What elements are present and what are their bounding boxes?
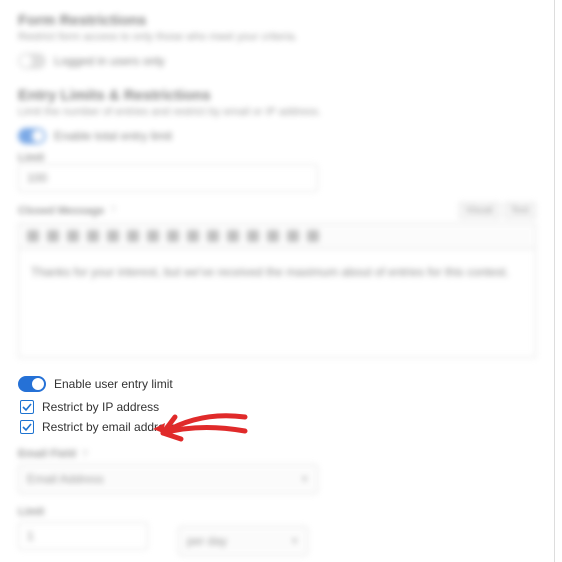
chevron-down-icon: ▼ xyxy=(300,474,309,484)
restrict-email-label: Restrict by email address xyxy=(42,420,177,434)
enable-user-entry-toggle-row[interactable]: Enable user entry limit xyxy=(18,376,536,392)
closed-message-editor[interactable]: Thanks for your interest, but we've rece… xyxy=(18,248,536,358)
editor-toolbar xyxy=(18,223,536,248)
user-limit-number-input[interactable] xyxy=(18,522,148,550)
email-field-label: Email Field ? xyxy=(18,448,536,460)
unlink-icon[interactable] xyxy=(287,230,299,242)
total-limit-input[interactable] xyxy=(18,164,318,192)
enable-total-toggle-row[interactable]: Enable total entry limit xyxy=(18,128,536,144)
user-limit-rule-value: per day xyxy=(187,534,227,548)
indent-icon[interactable] xyxy=(227,230,239,242)
form-restrictions-desc: Restrict form access to only those who m… xyxy=(18,31,536,43)
closed-msg-label: Closed Message xyxy=(18,205,104,217)
more-icon[interactable] xyxy=(307,230,319,242)
restrict-email-row[interactable]: Restrict by email address xyxy=(20,420,536,434)
entry-limits-title: Entry Limits & Restrictions xyxy=(18,87,536,104)
tab-visual[interactable]: Visual xyxy=(459,202,500,219)
bold-icon[interactable] xyxy=(27,230,39,242)
help-icon[interactable]: ? xyxy=(79,449,88,460)
outdent-icon[interactable] xyxy=(247,230,259,242)
list-ul-icon[interactable] xyxy=(127,230,139,242)
checkbox-checked-icon xyxy=(20,400,34,414)
user-limit-rule-select[interactable]: per day ▼ xyxy=(178,526,308,556)
entry-limits-desc: Limit the number of entries and restrict… xyxy=(18,106,536,118)
enable-total-toggle-label: Enable total entry limit xyxy=(54,129,172,143)
align-left-icon[interactable] xyxy=(167,230,179,242)
logged-in-toggle-label: Logged in users only xyxy=(54,54,165,68)
list-ol-icon[interactable] xyxy=(147,230,159,242)
link-icon[interactable] xyxy=(267,230,279,242)
restrict-ip-row[interactable]: Restrict by IP address xyxy=(20,400,536,414)
chevron-down-icon: ▼ xyxy=(290,536,299,546)
toggle-on-icon xyxy=(18,376,46,392)
toggle-on-icon xyxy=(18,128,46,144)
checkbox-checked-icon xyxy=(20,420,34,434)
logged-in-toggle-row[interactable]: Logged in users only xyxy=(18,53,536,69)
underline-icon[interactable] xyxy=(67,230,79,242)
strike-icon[interactable] xyxy=(87,230,99,242)
enable-user-entry-label: Enable user entry limit xyxy=(54,377,173,391)
quote-icon[interactable] xyxy=(107,230,119,242)
restrict-ip-label: Restrict by IP address xyxy=(42,400,159,414)
italic-icon[interactable] xyxy=(47,230,59,242)
tab-text[interactable]: Text xyxy=(504,202,536,219)
toggle-off-icon xyxy=(18,53,46,69)
email-field-select[interactable]: Email Address ▼ xyxy=(18,464,318,494)
form-restrictions-title: Form Restrictions xyxy=(18,12,536,29)
email-field-value: Email Address xyxy=(27,472,104,486)
align-center-icon[interactable] xyxy=(187,230,199,242)
user-limit-label: Limit xyxy=(18,506,536,518)
align-right-icon[interactable] xyxy=(207,230,219,242)
limit-label: Limit xyxy=(18,152,536,164)
help-icon[interactable]: ? xyxy=(110,205,116,216)
